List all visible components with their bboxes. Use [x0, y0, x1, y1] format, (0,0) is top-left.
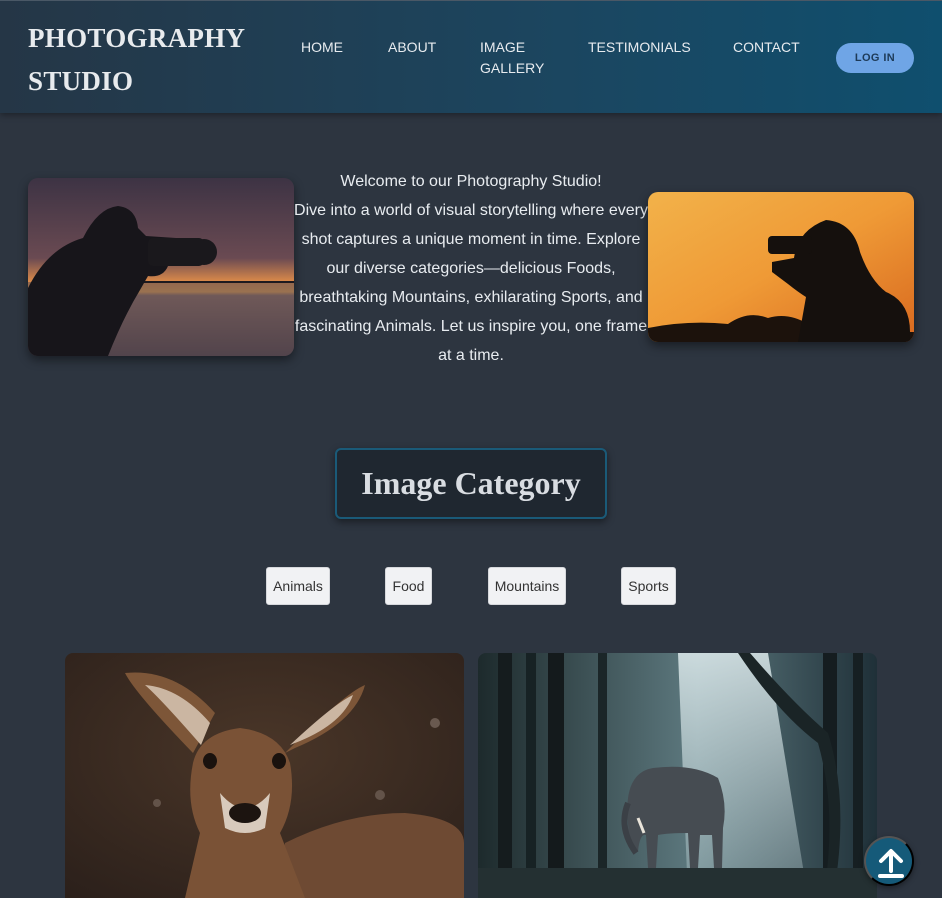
gallery-image-elephant[interactable] — [478, 653, 877, 898]
logo-line-2: STUDIO — [28, 66, 134, 96]
nav-contact[interactable]: CONTACT — [733, 37, 800, 58]
nav-testimonials[interactable]: TESTIMONIALS — [588, 37, 691, 58]
filter-sports-button[interactable]: Sports — [621, 567, 676, 605]
nav-home[interactable]: HOME — [301, 37, 343, 58]
hero-photo-right — [648, 192, 914, 342]
scroll-to-top-button[interactable] — [864, 836, 914, 886]
gallery-image-deer[interactable] — [65, 653, 464, 898]
logo-line-1: PHOTOGRAPHY — [28, 23, 246, 53]
hero-photo-left — [28, 178, 294, 356]
nav-image-gallery-line-1: IMAGE — [480, 39, 526, 55]
welcome-text: Welcome to our Photography Studio! Dive … — [292, 167, 650, 370]
nav-image-gallery[interactable]: IMAGE GALLERY — [480, 37, 560, 79]
filter-animals-button[interactable]: Animals — [266, 567, 330, 605]
filter-mountains-button[interactable]: Mountains — [488, 567, 566, 605]
login-button[interactable]: LOG IN — [836, 43, 914, 73]
filter-food-button[interactable]: Food — [385, 567, 432, 605]
nav-about[interactable]: ABOUT — [388, 37, 436, 58]
site-logo[interactable]: PHOTOGRAPHY STUDIO — [28, 17, 268, 103]
welcome-body: Dive into a world of visual storytelling… — [294, 202, 648, 364]
welcome-title: Welcome to our Photography Studio! — [340, 173, 602, 190]
image-category-title: Image Category — [335, 448, 607, 519]
nav-image-gallery-line-2: GALLERY — [480, 60, 545, 76]
arrow-up-icon — [878, 849, 904, 878]
site-header: PHOTOGRAPHY STUDIO HOME ABOUT IMAGE GALL… — [0, 0, 942, 113]
